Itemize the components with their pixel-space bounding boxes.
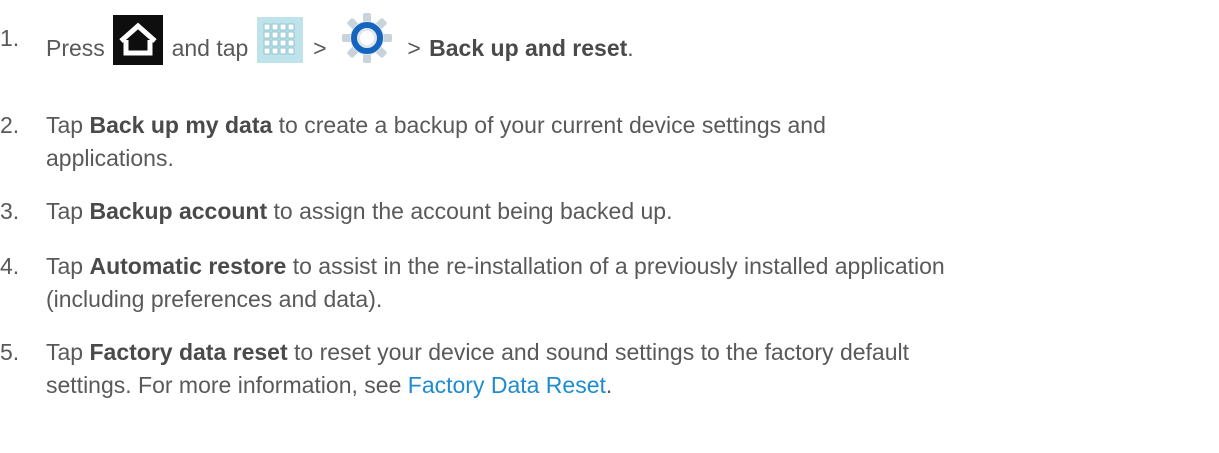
description: to create a backup of your current devic… xyxy=(278,112,826,138)
step-number: 5. xyxy=(0,339,20,365)
step-number: 1. xyxy=(0,25,20,51)
step-number: 3. xyxy=(0,198,20,224)
menu-target: Back up and reset xyxy=(429,35,628,62)
home-icon xyxy=(113,15,164,65)
step-text: Tap Backup account to assign the account… xyxy=(46,195,1209,228)
tap-text: Tap xyxy=(46,198,84,224)
separator: > xyxy=(313,35,327,62)
tap-text: Tap xyxy=(46,253,84,279)
option-name: Automatic restore xyxy=(89,253,287,279)
period: . xyxy=(627,35,634,62)
step-number: 4. xyxy=(0,253,20,279)
step-text: Tap Factory data reset to reset your dev… xyxy=(46,336,1209,402)
apps-grid-icon xyxy=(256,17,303,63)
step-number: 2. xyxy=(0,112,20,138)
description: to reset your device and sound settings … xyxy=(294,339,909,365)
period: . xyxy=(605,372,613,398)
separator: > xyxy=(407,35,421,62)
press-text: Press xyxy=(46,35,105,62)
option-name: Back up my data xyxy=(89,112,273,138)
option-name: Backup account xyxy=(89,198,268,224)
description: to assign the account being backed up. xyxy=(273,198,673,224)
settings-gear-icon xyxy=(339,10,395,66)
step-text: Tap Automatic restore to assist in the r… xyxy=(46,250,1209,316)
description-continued: (including preferences and data). xyxy=(46,286,383,312)
description-continued: settings. For more information, see xyxy=(46,372,402,398)
and-tap-text: and tap xyxy=(171,35,249,62)
step-text: Press and tap > > Back up and reset. xyxy=(46,13,1209,78)
factory-data-reset-link[interactable]: Factory Data Reset xyxy=(408,372,606,398)
option-name: Factory data reset xyxy=(89,339,288,365)
description-continued: applications. xyxy=(46,145,174,171)
tap-text: Tap xyxy=(46,339,84,365)
tap-text: Tap xyxy=(46,112,84,138)
step-text: Tap Back up my data to create a backup o… xyxy=(46,109,1209,175)
description: to assist in the re-installation of a pr… xyxy=(292,253,945,279)
